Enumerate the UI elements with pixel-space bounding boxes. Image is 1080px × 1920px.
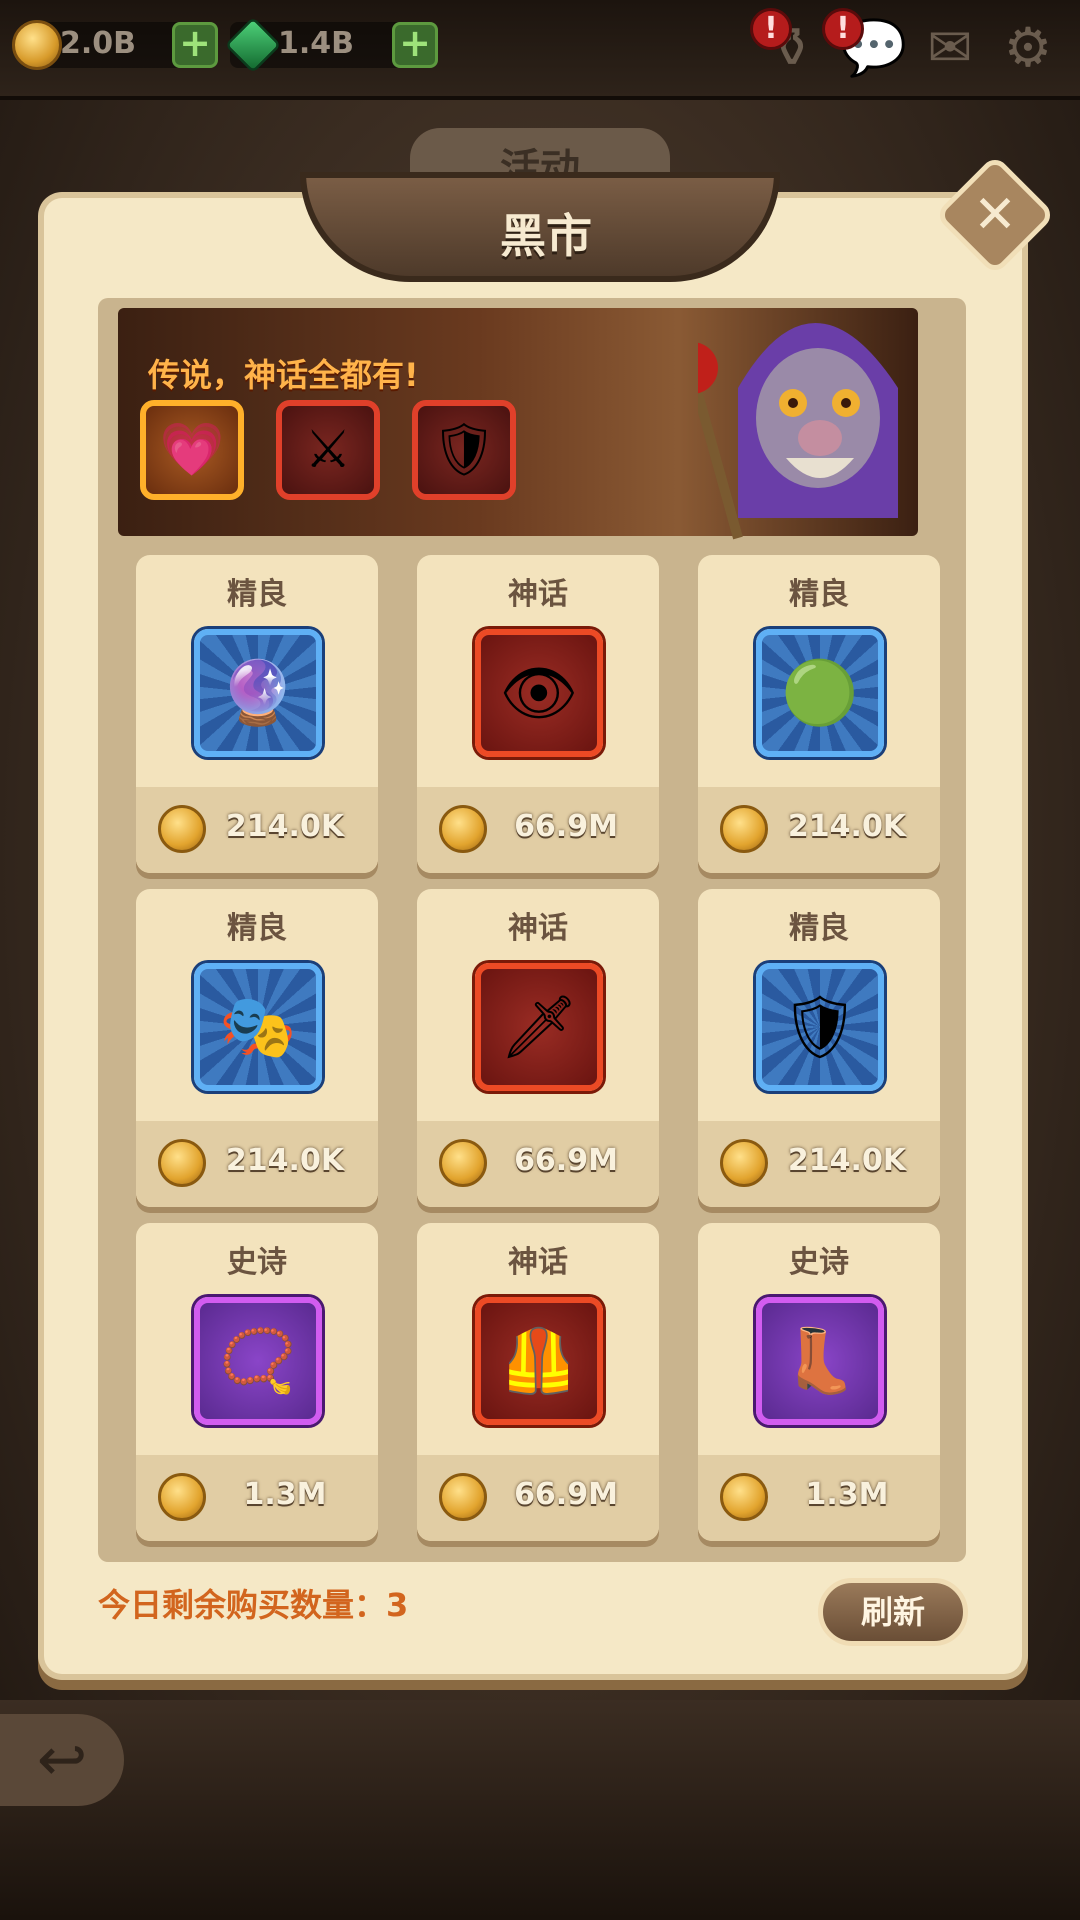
item-rarity-label: 神话 (508, 577, 568, 612)
item-price: 214.0K (225, 1143, 345, 1178)
banner-slogan: 传说，神话全都有! (148, 356, 419, 394)
spiked-armor-icon: 🦺 (500, 1324, 578, 1397)
item-price: 1.3M (805, 1477, 889, 1512)
price-strip[interactable]: 66.9M (417, 1121, 659, 1207)
banner-legendary-staff: 💗 (140, 400, 244, 500)
gold-coin-icon (720, 805, 768, 853)
close-icon[interactable]: ✕ (952, 172, 1038, 258)
shop-item-card[interactable]: 神话 🗡 66.9M (417, 889, 659, 1207)
crystal-sword-icon: 🗡 (499, 990, 579, 1063)
price-strip[interactable]: 214.0K (136, 787, 378, 873)
silver-mask-icon: 🎭 (219, 990, 297, 1063)
leather-boot-icon: 👢 (781, 1324, 859, 1397)
gold-coin-icon (439, 805, 487, 853)
price-strip[interactable]: 214.0K (136, 1121, 378, 1207)
price-strip[interactable]: 1.3M (698, 1455, 940, 1541)
shop-item-card[interactable]: 精良 🟢 214.0K (698, 555, 940, 873)
item-frame[interactable]: 📿 (194, 1297, 322, 1425)
price-strip[interactable]: 214.0K (698, 1121, 940, 1207)
shop-item-card[interactable]: 神话 🦺 66.9M (417, 1223, 659, 1541)
page-title: 黑市 (500, 209, 592, 263)
item-price: 214.0K (225, 809, 345, 844)
item-frame[interactable]: 🔮 (194, 629, 322, 757)
item-frame[interactable]: 👁 (475, 629, 603, 757)
item-price: 66.9M (514, 1143, 618, 1178)
promo-banner: 传说，神话全都有! 💗 ⚔ 🛡 (118, 308, 918, 540)
gold-coin-icon (158, 805, 206, 853)
chat-alert-badge-icon: ! (822, 8, 864, 50)
item-rarity-label: 精良 (227, 911, 287, 946)
goblin-merchant-icon (698, 323, 898, 540)
pink-gem-amulet-icon: 🔮 (219, 656, 297, 729)
dark-shield-icon: 🛡 (780, 990, 860, 1063)
item-price: 214.0K (787, 1143, 907, 1178)
back-arrow-icon[interactable]: ↩ (0, 1714, 124, 1806)
gold-amount: 2.0B (60, 26, 137, 61)
shop-item-card[interactable]: 史诗 📿 1.3M (136, 1223, 378, 1541)
remaining-purchases-label: 今日剩余购买数量：3 (98, 1586, 409, 1624)
price-strip[interactable]: 66.9M (417, 787, 659, 873)
gold-coin-icon (439, 1139, 487, 1187)
gold-coin-icon (439, 1473, 487, 1521)
price-strip[interactable]: 66.9M (417, 1455, 659, 1541)
banner-mythic-armor: 🛡 (412, 400, 516, 500)
shop-item-card[interactable]: 精良 🛡 214.0K (698, 889, 940, 1207)
settings-gear-icon[interactable]: ⚙ (996, 16, 1060, 80)
shop-item-card[interactable]: 精良 🎭 214.0K (136, 889, 378, 1207)
shop-item-card[interactable]: 精良 🔮 214.0K (136, 555, 378, 873)
shop-item-card[interactable]: 史诗 👢 1.3M (698, 1223, 940, 1541)
gold-coin-icon (12, 20, 62, 70)
item-frame[interactable]: 🟢 (756, 629, 884, 757)
bottom-ground (0, 1700, 1080, 1920)
item-rarity-label: 神话 (508, 911, 568, 946)
gold-coin-icon (158, 1139, 206, 1187)
top-resource-bar: 2.0B + 1.4B + ⚱ ! 💬 ! ✉ ⚙ (0, 0, 1080, 100)
gold-chain-icon: 📿 (219, 1324, 297, 1397)
item-price: 66.9M (514, 1477, 618, 1512)
alert-badge-icon: ! (750, 8, 792, 50)
banner-mythic-sword: ⚔ (276, 400, 380, 500)
gold-coin-icon (158, 1473, 206, 1521)
title-plate: 黑市 (300, 172, 780, 282)
gold-coin-icon (720, 1139, 768, 1187)
item-rarity-label: 精良 (789, 577, 849, 612)
item-frame[interactable]: 🗡 (475, 963, 603, 1091)
price-strip[interactable]: 1.3M (136, 1455, 378, 1541)
item-price: 214.0K (787, 809, 907, 844)
item-rarity-label: 神话 (508, 1245, 568, 1280)
mail-icon[interactable]: ✉ (918, 16, 982, 80)
armor-icon: 🛡 (430, 420, 497, 480)
price-strip[interactable]: 214.0K (698, 787, 940, 873)
heart-staff-icon: 💗 (159, 420, 225, 480)
item-frame[interactable]: 🎭 (194, 963, 322, 1091)
item-price: 1.3M (243, 1477, 327, 1512)
shop-item-card[interactable]: 神话 👁 66.9M (417, 555, 659, 873)
item-rarity-label: 精良 (227, 577, 287, 612)
eyeball-amulet-icon: 👁 (499, 656, 579, 729)
item-rarity-label: 史诗 (227, 1245, 287, 1280)
item-frame[interactable]: 👢 (756, 1297, 884, 1425)
gold-coin-icon (720, 1473, 768, 1521)
refresh-button[interactable]: 刷新 (818, 1578, 968, 1646)
item-frame[interactable]: 🦺 (475, 1297, 603, 1425)
item-rarity-label: 史诗 (789, 1245, 849, 1280)
item-price: 66.9M (514, 809, 618, 844)
item-frame[interactable]: 🛡 (756, 963, 884, 1091)
blade-icon: ⚔ (304, 420, 352, 480)
gem-amount: 1.4B (278, 26, 355, 61)
green-orb-necklace-icon: 🟢 (781, 656, 859, 729)
add-gems-button[interactable]: + (392, 22, 438, 68)
item-rarity-label: 精良 (789, 911, 849, 946)
add-gold-button[interactable]: + (172, 22, 218, 68)
